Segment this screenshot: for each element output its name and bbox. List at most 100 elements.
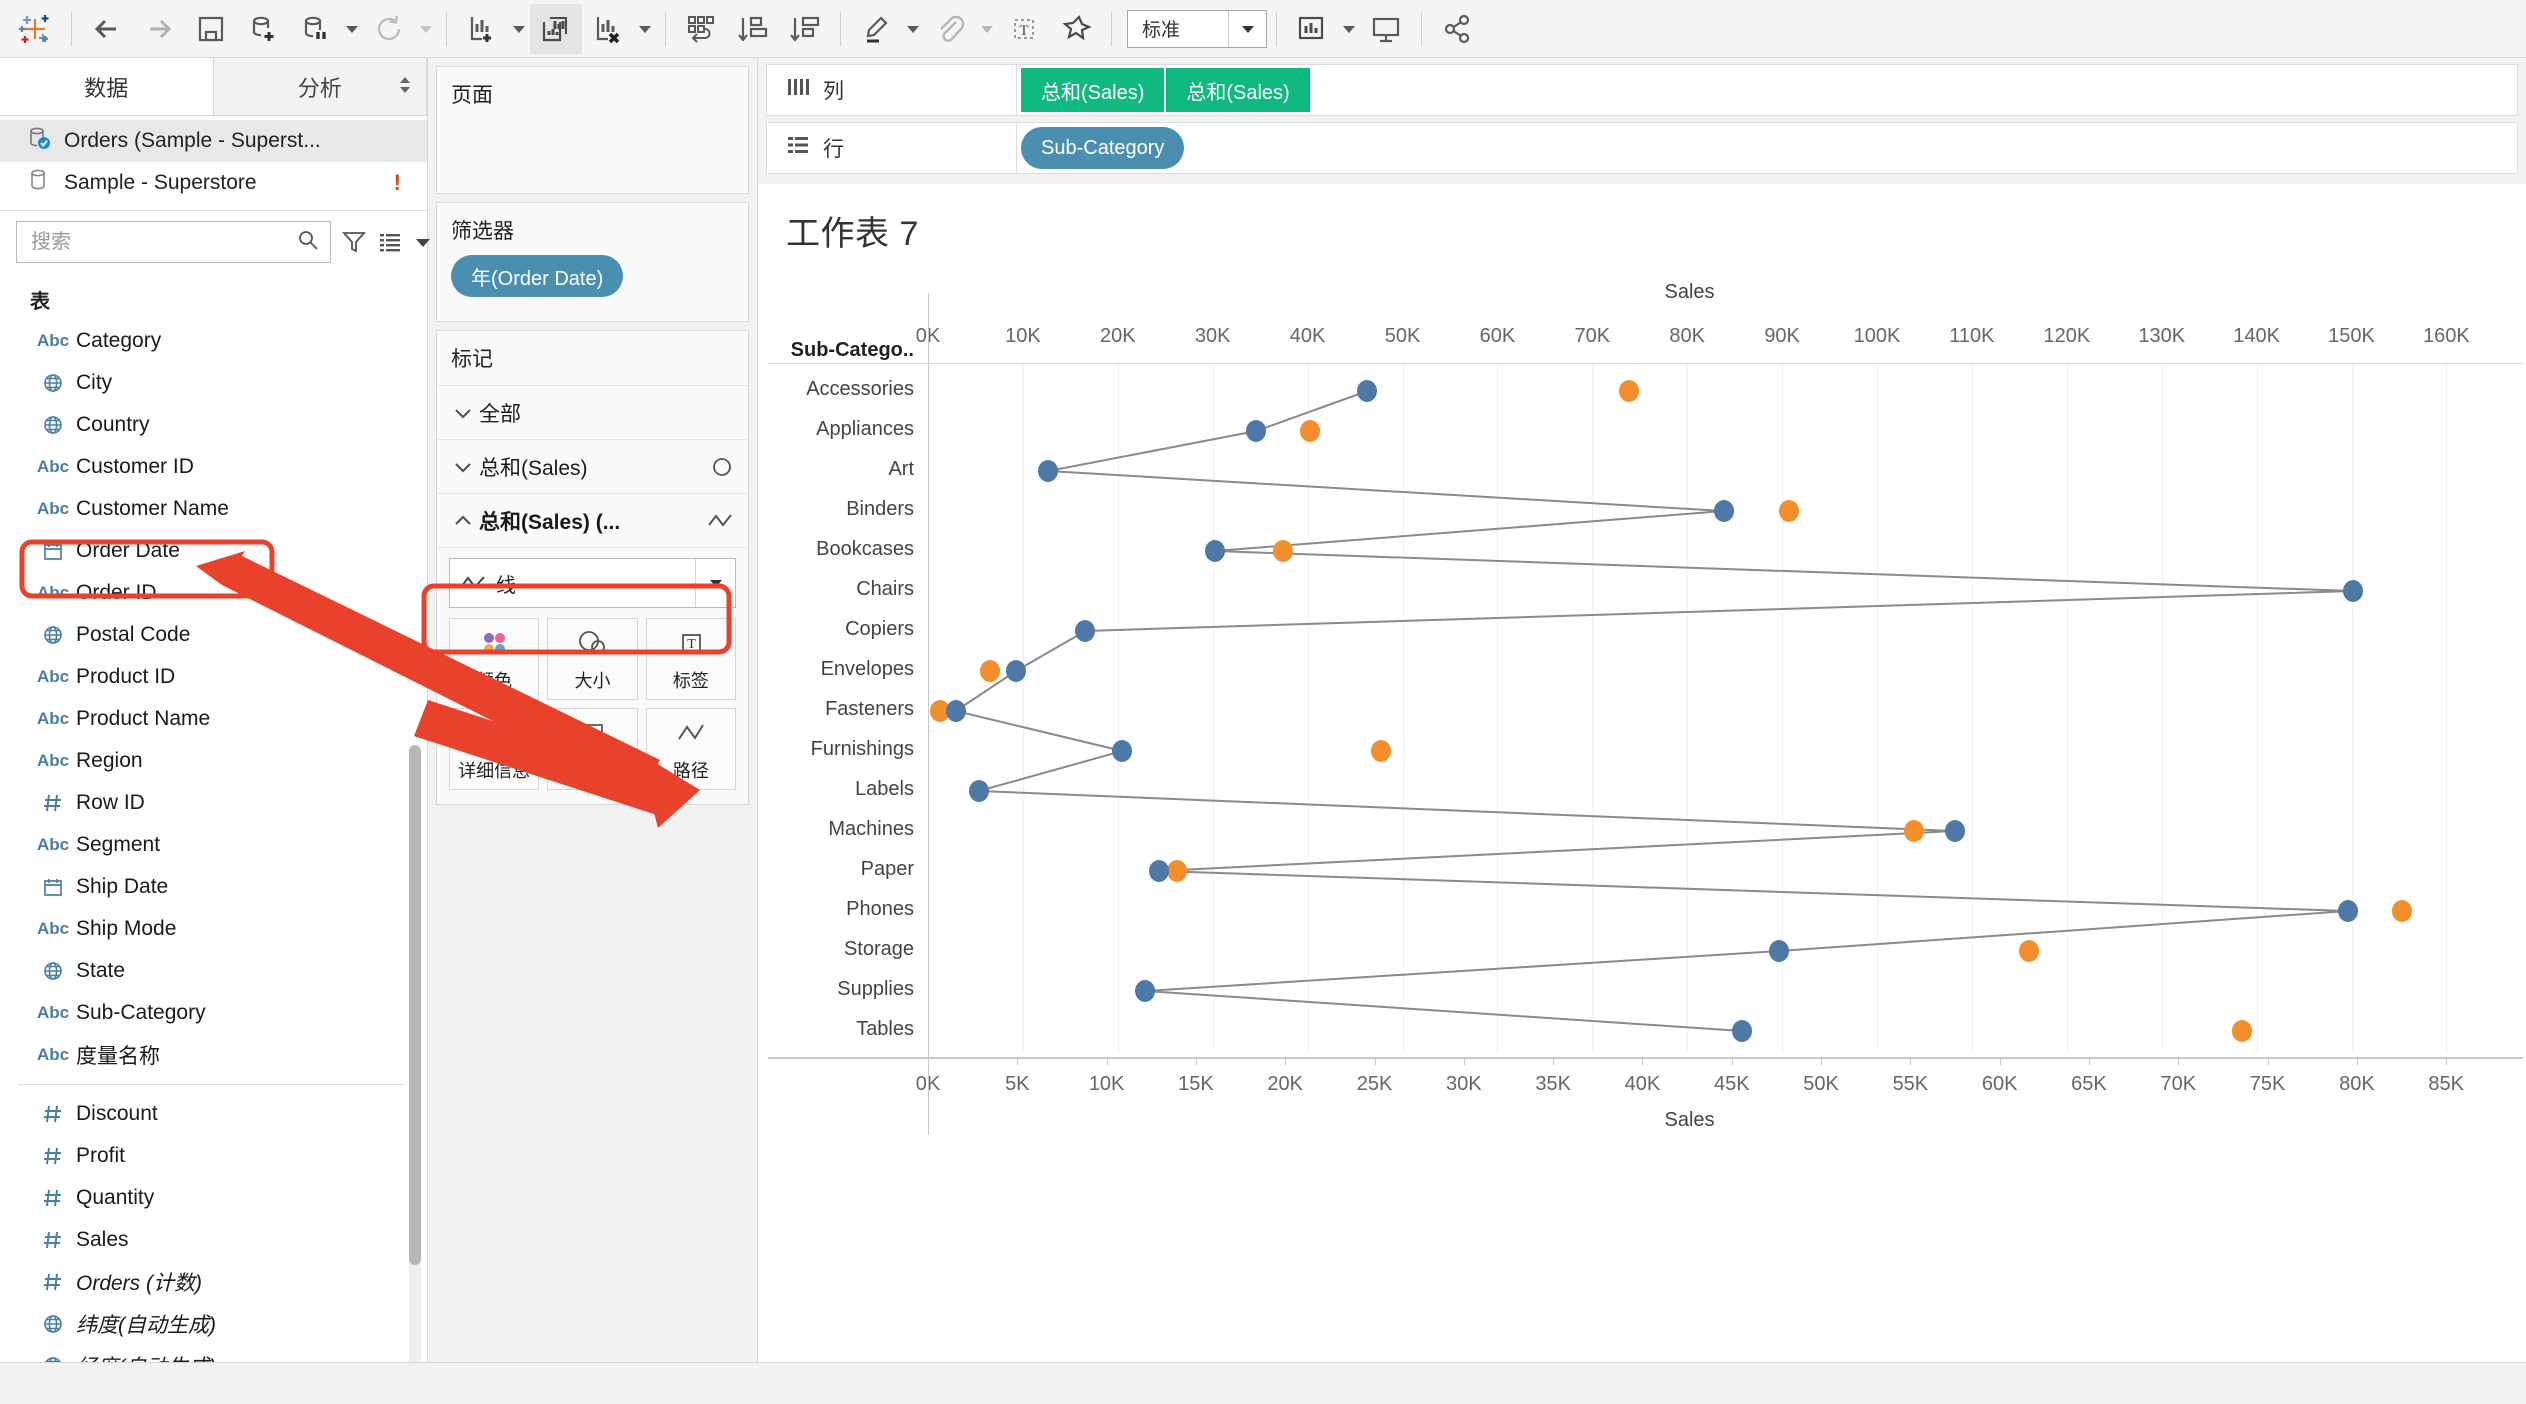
sort-descending-icon[interactable]: [779, 4, 831, 54]
data-point-blue[interactable]: [2343, 580, 2363, 602]
search-icon[interactable]: [296, 228, 320, 257]
data-point-blue[interactable]: [1945, 820, 1965, 842]
field-customer-name[interactable]: AbcCustomer Name: [0, 488, 427, 530]
search-input[interactable]: [31, 231, 296, 254]
field-ship-mode[interactable]: AbcShip Mode: [0, 908, 427, 950]
field-product-name[interactable]: AbcProduct Name: [0, 698, 427, 740]
save-icon[interactable]: [185, 4, 237, 54]
fix-marks-icon[interactable]: [1050, 4, 1102, 54]
show-me-icon[interactable]: [1286, 4, 1338, 54]
highlight-icon[interactable]: [850, 4, 902, 54]
marks-row-all[interactable]: 全部: [437, 386, 748, 440]
rows-shelf-drop[interactable]: Sub-Category: [1017, 123, 2517, 173]
mark-button-size[interactable]: 大小: [547, 618, 637, 700]
field-region[interactable]: AbcRegion: [0, 740, 427, 782]
field-customer-id[interactable]: AbcCustomer ID: [0, 446, 427, 488]
field-order-id[interactable]: AbcOrder ID: [0, 572, 427, 614]
data-point-blue[interactable]: [1205, 540, 1225, 562]
filter-funnel-icon[interactable]: [341, 225, 367, 259]
data-point-blue[interactable]: [1732, 1020, 1752, 1042]
presentation-mode-icon[interactable]: [1360, 4, 1412, 54]
annotation-caret[interactable]: [976, 4, 998, 54]
text-box-icon[interactable]: T: [998, 4, 1050, 54]
field-quantity[interactable]: Quantity: [0, 1177, 427, 1219]
clear-sheet-icon[interactable]: [582, 4, 634, 54]
mark-button-detail[interactable]: 详细信息: [449, 708, 539, 790]
new-worksheet-icon[interactable]: [456, 4, 508, 54]
data-point-orange[interactable]: [2019, 940, 2039, 962]
field-discount[interactable]: Discount: [0, 1093, 427, 1135]
marks-row-sum-sales-2[interactable]: 总和(Sales) (...: [437, 494, 748, 548]
field-ship-date[interactable]: Ship Date: [0, 866, 427, 908]
marks-row-sum-sales-1[interactable]: 总和(Sales): [437, 440, 748, 494]
columns-shelf-drop[interactable]: 总和(Sales) 总和(Sales): [1017, 65, 2517, 115]
data-point-orange[interactable]: [1167, 860, 1187, 882]
duplicate-sheet-icon[interactable]: [530, 4, 582, 54]
chart-canvas[interactable]: Sales0K10K20K30K40K50K60K70K80K90K100K11…: [758, 263, 2516, 1167]
highlight-caret[interactable]: [902, 4, 924, 54]
chevron-down-icon[interactable]: [413, 225, 433, 259]
pill-columns-sum-sales-1[interactable]: 总和(Sales): [1021, 68, 1164, 112]
mark-button-color[interactable]: 颜色: [449, 618, 539, 700]
field-纬度-自动生成-[interactable]: 纬度(自动生成): [0, 1303, 427, 1345]
filter-pill-order-date-year[interactable]: 年(Order Date): [451, 255, 623, 297]
field-row-id[interactable]: Row ID: [0, 782, 427, 824]
chevron-down-icon[interactable]: [447, 456, 479, 478]
back-arrow-icon[interactable]: [81, 4, 133, 54]
share-icon[interactable]: [1431, 4, 1483, 54]
field-sales[interactable]: Sales: [0, 1219, 427, 1261]
clear-sheet-caret[interactable]: [634, 4, 656, 54]
refresh-menu-caret[interactable]: [415, 4, 437, 54]
data-point-blue[interactable]: [969, 780, 989, 802]
show-me-caret[interactable]: [1338, 4, 1360, 54]
data-point-blue[interactable]: [946, 700, 966, 722]
data-point-blue[interactable]: [2338, 900, 2358, 922]
filters-card[interactable]: 筛选器 年(Order Date): [436, 202, 749, 322]
sort-toggle-icon[interactable]: [398, 75, 412, 98]
data-point-blue[interactable]: [1006, 660, 1026, 682]
field-经度-自动生成-[interactable]: 经度(自动生成): [0, 1345, 427, 1362]
forward-arrow-icon[interactable]: [133, 4, 185, 54]
pause-data-source-icon[interactable]: [289, 4, 341, 54]
fit-select[interactable]: 标准: [1127, 10, 1267, 48]
field-city[interactable]: City: [0, 362, 427, 404]
search-field[interactable]: [16, 221, 331, 263]
chevron-down-icon[interactable]: [695, 559, 735, 607]
data-point-orange[interactable]: [2232, 1020, 2252, 1042]
field-state[interactable]: State: [0, 950, 427, 992]
mark-type-dropdown[interactable]: 线: [449, 558, 736, 608]
pill-rows-sub-category[interactable]: Sub-Category: [1021, 127, 1184, 169]
data-point-orange[interactable]: [1371, 740, 1391, 762]
mark-button-label[interactable]: T 标签: [646, 618, 736, 700]
swap-rows-columns-icon[interactable]: [675, 4, 727, 54]
chevron-down-icon[interactable]: [1228, 11, 1266, 47]
field-postal-code[interactable]: Postal Code: [0, 614, 427, 656]
tableau-logo[interactable]: [8, 4, 62, 54]
data-point-orange[interactable]: [1904, 820, 1924, 842]
new-data-source-icon[interactable]: [237, 4, 289, 54]
field-度量名称[interactable]: Abc度量名称: [0, 1034, 427, 1076]
mark-button-tooltip[interactable]: 工具提示: [547, 708, 637, 790]
data-point-orange[interactable]: [980, 660, 1000, 682]
data-source-menu-caret[interactable]: [341, 4, 363, 54]
field-product-id[interactable]: AbcProduct ID: [0, 656, 427, 698]
refresh-data-source-icon[interactable]: [363, 4, 415, 54]
new-worksheet-caret[interactable]: [508, 4, 530, 54]
data-point-orange[interactable]: [1300, 420, 1320, 442]
field-category[interactable]: AbcCategory: [0, 320, 427, 362]
field-country[interactable]: Country: [0, 404, 427, 446]
pill-columns-sum-sales-2[interactable]: 总和(Sales): [1166, 68, 1309, 112]
chevron-down-icon[interactable]: [447, 402, 479, 424]
data-pane-scrollbar[interactable]: [409, 745, 421, 1362]
field-orders-计数-[interactable]: Orders (计数): [0, 1261, 427, 1303]
rows-shelf[interactable]: 行 Sub-Category: [766, 122, 2518, 174]
field-segment[interactable]: AbcSegment: [0, 824, 427, 866]
tab-data[interactable]: 数据: [0, 58, 214, 115]
data-point-orange[interactable]: [2392, 900, 2412, 922]
field-sub-category[interactable]: AbcSub-Category: [0, 992, 427, 1034]
chevron-up-icon[interactable]: [447, 510, 479, 532]
tab-analytics[interactable]: 分析: [214, 58, 428, 115]
mark-button-path[interactable]: 路径: [646, 708, 736, 790]
data-source-orders[interactable]: Orders (Sample - Superst...: [0, 120, 427, 162]
sort-ascending-icon[interactable]: [727, 4, 779, 54]
